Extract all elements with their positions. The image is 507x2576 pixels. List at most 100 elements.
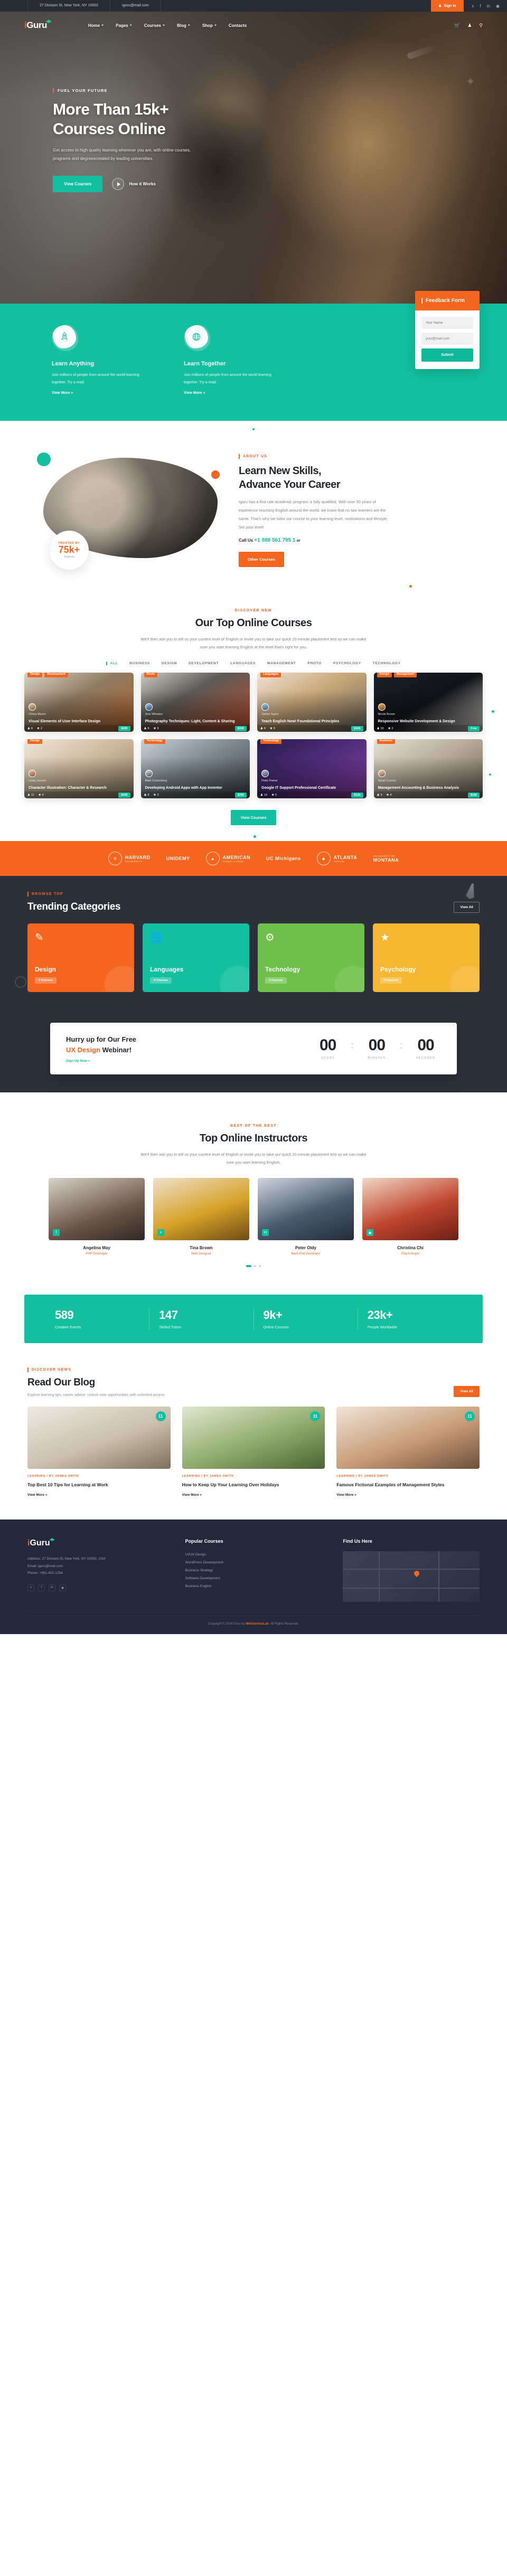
copyright-brand[interactable]: WebGeniusLab xyxy=(246,1622,269,1626)
trending-view-all-button[interactable]: View All xyxy=(454,902,480,913)
about-title: Learn New Skills, Advance Your Career xyxy=(239,464,480,492)
trusted-badge: TRUSTED BY 75k+ Students xyxy=(50,531,89,570)
footer-link[interactable]: Software Development xyxy=(185,1575,322,1583)
feature-more-link[interactable]: View More » xyxy=(184,391,205,395)
email-input[interactable] xyxy=(421,333,473,345)
blog-view-all-button[interactable]: View All xyxy=(454,1386,480,1398)
footer-email[interactable]: Email: iguru@mail.com xyxy=(27,1563,164,1570)
view-courses-button[interactable]: View Courses xyxy=(53,176,103,193)
course-tag[interactable]: Languages xyxy=(260,673,281,678)
filter-development[interactable]: DEVELOPMENT xyxy=(189,662,219,665)
post-read-more[interactable]: View More » xyxy=(336,1493,356,1497)
blog-post-card[interactable]: 11 LEARNING / BY JAMES SMITH Famous Fict… xyxy=(336,1407,480,1498)
facebook-icon[interactable]: f xyxy=(53,1229,60,1237)
submit-button[interactable]: Submit xyxy=(421,348,473,362)
twitter-icon[interactable]: x xyxy=(27,1584,34,1591)
course-card[interactable]: Languages James Taylor Teach English Now… xyxy=(257,673,367,732)
other-courses-button[interactable]: Other Courses xyxy=(239,552,285,568)
course-card[interactable]: Design Management Nicole Brown Responsiv… xyxy=(373,673,483,732)
user-icon[interactable]: ♟ xyxy=(467,23,472,29)
search-icon[interactable]: ⚲ xyxy=(479,23,483,29)
course-card[interactable]: Technology Mark Zuckerberg Developing An… xyxy=(140,739,250,799)
course-card[interactable]: Photo Joss Whedon Photography Techniques… xyxy=(140,673,250,732)
instructor-card[interactable]: in Peter Oldy Back-End Developer xyxy=(258,1178,354,1256)
logo-name: Guru xyxy=(26,20,47,30)
linkedin-icon[interactable]: in xyxy=(49,1584,55,1591)
filter-languages[interactable]: LANGUAGES xyxy=(230,662,256,665)
filter-technology[interactable]: TECHNOLOGY xyxy=(373,662,401,665)
footer-phone[interactable]: Phone: +951-452-1254 xyxy=(27,1570,164,1577)
filter-psychology[interactable]: PSYCHOLOGY xyxy=(333,662,361,665)
post-read-more[interactable]: View More » xyxy=(27,1493,47,1497)
instructor-card[interactable]: ◉ Christina Chi Psychologist xyxy=(362,1178,458,1256)
filter-photo[interactable]: PHOTO xyxy=(307,662,322,665)
topbar-email[interactable]: iguru@mail.com xyxy=(110,0,161,12)
course-tag[interactable]: Development xyxy=(44,673,68,678)
slider-dot[interactable] xyxy=(254,1265,256,1268)
nav-item-home[interactable]: Home + xyxy=(88,23,104,28)
course-card[interactable]: Technology Peter Parker Google IT Suppor… xyxy=(257,739,367,799)
filter-design[interactable]: DESIGN xyxy=(162,662,177,665)
footer-logo[interactable]: iGuru xyxy=(27,1538,55,1548)
instagram-icon[interactable]: ◉ xyxy=(367,1229,373,1237)
nav-item-courses[interactable]: Courses + xyxy=(144,23,165,28)
filter-business[interactable]: BUSINESS xyxy=(129,662,150,665)
slider-dot-active[interactable] xyxy=(246,1265,251,1268)
course-card[interactable]: Design Linda Jonson Character Illustrati… xyxy=(24,739,134,799)
site-logo[interactable]: iGuru xyxy=(24,20,52,31)
nav-item-shop[interactable]: Shop + xyxy=(202,23,217,28)
sign-in-button[interactable]: ♟ Sign In xyxy=(430,0,464,12)
how-it-works-button[interactable]: How it Works xyxy=(112,178,156,191)
footer-link[interactable]: Business English xyxy=(185,1583,322,1591)
course-tag[interactable]: Design xyxy=(27,739,43,744)
footer-link[interactable]: Business Strategy xyxy=(185,1567,322,1575)
slider-dot[interactable] xyxy=(259,1265,261,1268)
course-tag[interactable]: Technology xyxy=(144,739,165,744)
filter-all[interactable]: ALL xyxy=(106,662,118,666)
nav-item-pages[interactable]: Pages + xyxy=(116,23,132,28)
facebook-icon[interactable]: f xyxy=(38,1584,45,1591)
copyright-a: Copyright © 2024 Guru by xyxy=(208,1622,246,1626)
name-input[interactable] xyxy=(421,317,473,329)
twitter-icon[interactable]: x xyxy=(157,1229,164,1237)
category-card-design[interactable]: ✎ Design 3 Courses xyxy=(27,923,134,993)
course-tags: Photo xyxy=(144,673,158,678)
course-card[interactable]: Design Development Chriss Moore Visual E… xyxy=(24,673,134,732)
feature-more-link[interactable]: View More » xyxy=(52,391,73,395)
location-map[interactable] xyxy=(343,1551,480,1602)
nav-item-blog[interactable]: Blog + xyxy=(177,23,190,28)
linkedin-icon[interactable]: in xyxy=(487,4,490,8)
course-tag[interactable]: Technology xyxy=(260,739,282,744)
facebook-icon[interactable]: f xyxy=(480,4,481,8)
course-tag[interactable]: Photo xyxy=(144,673,158,678)
cart-icon[interactable]: 🛒 xyxy=(454,23,460,29)
linkedin-icon[interactable]: in xyxy=(262,1229,269,1237)
instructor-card[interactable]: x Tina Brown Web Designer xyxy=(153,1178,249,1256)
post-read-more[interactable]: View More » xyxy=(182,1493,202,1497)
course-tag[interactable]: Business xyxy=(377,739,395,744)
blog-post-card[interactable]: 11 LEARNING / BY JAMES SMITH How to Keep… xyxy=(182,1407,325,1498)
course-tag[interactable]: Design xyxy=(27,673,43,678)
category-card-languages[interactable]: 🌐 Languages 3 Courses xyxy=(143,923,249,993)
view-all-courses-button[interactable]: View Courses xyxy=(231,810,276,826)
instructor-card[interactable]: f Angelina May PHP Developer xyxy=(49,1178,145,1256)
avatar xyxy=(378,703,386,711)
nav-item-contacts[interactable]: Contacts xyxy=(229,23,247,28)
blog-post-card[interactable]: 11 LEARNING / BY JAMES SMITH Top Best 10… xyxy=(27,1407,171,1498)
course-tag[interactable]: Management xyxy=(393,673,417,678)
category-card-psychology[interactable]: ★ Psychology 2 Courses xyxy=(373,923,480,993)
instagram-icon[interactable]: ◉ xyxy=(59,1584,66,1591)
twitter-icon[interactable]: x xyxy=(472,4,474,8)
footer-find-title: Find Us Here xyxy=(343,1539,372,1544)
filter-management[interactable]: MANAGEMENT xyxy=(267,662,296,665)
countdown-signup-link[interactable]: Sign Up Now » xyxy=(66,1059,136,1063)
instagram-icon[interactable]: ◉ xyxy=(496,4,500,8)
phone-number[interactable]: +1 888 561 795 1 xyxy=(254,537,295,543)
footer-link[interactable]: WordPress Development xyxy=(185,1559,322,1567)
course-card[interactable]: Business Sarah Connor Management Account… xyxy=(373,739,483,799)
map-pin-icon xyxy=(412,1569,420,1577)
category-card-technology[interactable]: ⚙ Technology 3 Courses xyxy=(258,923,364,993)
footer-link[interactable]: UI/UX Design xyxy=(185,1551,322,1559)
course-tag[interactable]: Design xyxy=(377,673,392,678)
post-thumbnail: 11 xyxy=(336,1407,480,1469)
